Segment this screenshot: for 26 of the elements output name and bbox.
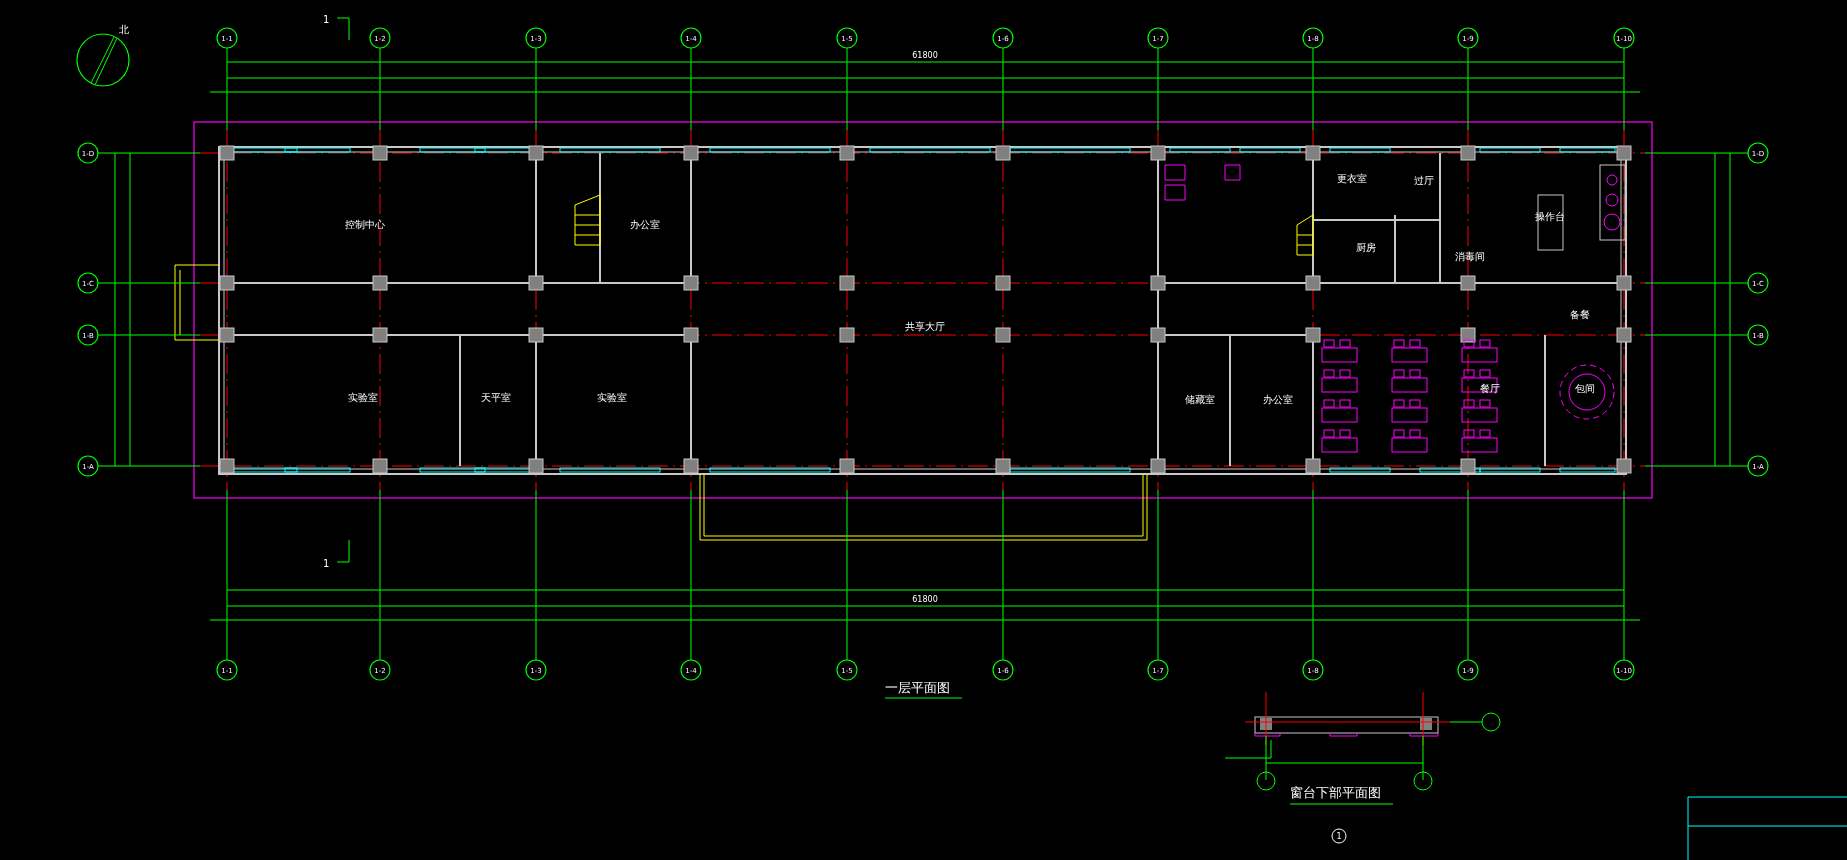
room-label: 办公室 [1263, 394, 1293, 405]
drawing-title: 窗台下部平面图 [1290, 785, 1381, 800]
section-mark-label: 1 [323, 14, 330, 25]
room-label: 储藏室 [1185, 394, 1215, 405]
detail-marker: 1 [1331, 828, 1347, 844]
drawing-title: 一层平面图 [885, 680, 950, 695]
room-label: 更衣室 [1337, 173, 1367, 184]
room-label: 实验室 [597, 392, 627, 403]
room-label: 消毒间 [1455, 251, 1485, 262]
room-label: 控制中心 [345, 219, 385, 230]
room-label: 办公室 [630, 219, 660, 230]
north-label: 北 [119, 24, 129, 35]
room-label: 天平室 [481, 392, 511, 403]
room-label: 过厅 [1414, 175, 1434, 186]
dimension-text: 61800 [912, 51, 938, 60]
dimension-text: 61800 [912, 595, 938, 604]
room-label: 包间 [1575, 383, 1595, 394]
room-label: 厨房 [1356, 242, 1376, 253]
room-label: 实验室 [348, 392, 378, 403]
section-mark-label: 1 [323, 558, 330, 569]
room-label: 操作台 [1535, 211, 1565, 222]
section-mark-line [336, 539, 350, 563]
room-label: 共享大厅 [905, 321, 945, 332]
section-mark-line [336, 17, 350, 41]
room-label: 餐厅 [1480, 383, 1500, 394]
room-label: 备餐 [1570, 309, 1590, 320]
